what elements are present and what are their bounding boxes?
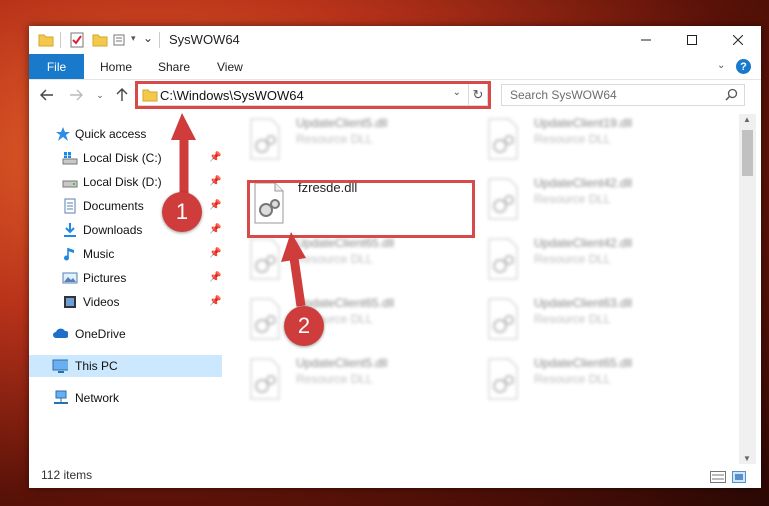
arrow-head-annotation	[171, 113, 196, 140]
arrow-up-annotation	[289, 257, 306, 307]
arrow-head-annotation	[281, 232, 306, 262]
step-1-badge: 1	[162, 192, 202, 232]
annotation-arrows	[171, 113, 306, 307]
step-2-badge: 2	[284, 306, 324, 346]
